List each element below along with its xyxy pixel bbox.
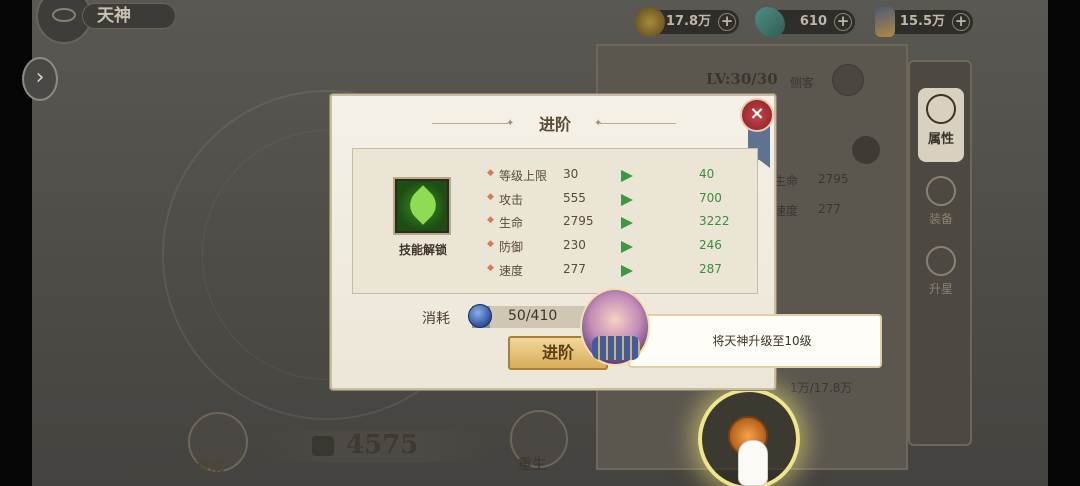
stat-old: 30 xyxy=(563,167,579,181)
tab-label: 装备 xyxy=(928,212,953,226)
side-tabs: 属性 装备 升星 xyxy=(908,60,972,446)
leaf-icon xyxy=(403,185,443,225)
stat-name: 生命 xyxy=(499,216,524,230)
tab-label: 属性 xyxy=(927,132,954,147)
rebirth-label: 重生 xyxy=(518,457,546,473)
add-jade-button[interactable]: + xyxy=(834,13,852,31)
tab-attributes[interactable]: 属性 xyxy=(918,88,964,162)
bullet-icon: ◆ xyxy=(487,192,494,202)
scroll-item-icon xyxy=(875,7,895,37)
material-need: /410 xyxy=(525,308,558,324)
stat-label: 速度 xyxy=(774,204,799,218)
currency-scroll: 15.5万 + xyxy=(875,7,974,37)
cost-label: 消耗 xyxy=(422,311,450,327)
stat-new: 287 xyxy=(699,262,722,276)
arrow-right-icon xyxy=(621,170,633,182)
eye-icon xyxy=(52,8,76,22)
stat-old: 555 xyxy=(563,191,586,205)
stat-name: 等级上限 xyxy=(499,169,548,183)
blue-orb-icon xyxy=(468,304,492,328)
right-letterbox xyxy=(1048,0,1080,486)
gold-coin-icon xyxy=(635,7,665,37)
currency-jade: 610 + xyxy=(755,7,856,37)
stat-name: 防御 xyxy=(499,240,524,254)
add-gold-button[interactable]: + xyxy=(718,13,736,31)
material-count: 50/410 xyxy=(508,308,557,324)
bullet-icon: ◆ xyxy=(487,239,494,249)
target-icon xyxy=(926,94,956,124)
currency-value: 610 xyxy=(799,14,827,29)
tab-label: 升星 xyxy=(928,282,953,296)
bullet-icon: ◆ xyxy=(487,263,494,273)
arrow-right-icon xyxy=(621,241,633,253)
stat-new: 40 xyxy=(699,167,715,181)
currency-gold: 17.8万 + xyxy=(635,7,740,37)
material-have: 50 xyxy=(508,308,526,324)
stat-value: 277 xyxy=(818,202,841,216)
page-title: 天神 xyxy=(82,3,176,29)
arrow-right-icon xyxy=(621,265,633,277)
bullet-icon: ◆ xyxy=(487,168,494,178)
guide-character-avatar xyxy=(580,288,650,366)
tab-star-up[interactable]: 升星 xyxy=(918,240,964,314)
stats-box: 技能解锁 ◆ 等级上限 30 40 ◆ 攻击 555 700 ◆ 生命 2795… xyxy=(352,148,758,294)
combat-power: 4575 xyxy=(346,430,419,460)
arrow-right-icon xyxy=(621,194,633,206)
armor-icon xyxy=(926,176,956,206)
currency-value: 17.8万 xyxy=(665,14,711,29)
fist-icon xyxy=(312,436,334,456)
dialog-title: 进阶 xyxy=(538,115,571,134)
arrow-right-icon xyxy=(621,217,633,229)
skill-unlock-icon[interactable] xyxy=(395,179,449,233)
stat-name: 攻击 xyxy=(499,193,524,207)
stat-value: 2795 xyxy=(818,172,849,186)
currency-value: 15.5万 xyxy=(899,14,945,29)
stat-old: 230 xyxy=(563,238,586,252)
crossed-swords-icon xyxy=(832,64,864,96)
scarf-icon xyxy=(592,336,640,360)
hero-class: 侧客 xyxy=(790,76,815,90)
stat-new: 700 xyxy=(699,191,722,205)
level-cost-progress: 1万/17.8万 xyxy=(790,381,853,395)
guide-text: 将天神升级至10级 xyxy=(712,334,812,348)
search-icon[interactable] xyxy=(852,136,880,164)
stat-name: 速度 xyxy=(499,264,524,278)
expand-arrow-button[interactable]: › xyxy=(22,57,58,101)
add-scroll-button[interactable]: + xyxy=(952,13,970,31)
close-button[interactable]: × xyxy=(740,98,774,132)
foster-label: 育成 xyxy=(196,459,224,475)
star-icon xyxy=(926,246,956,276)
guide-tooltip: 将天神升级至10级 xyxy=(628,314,882,368)
hero-level: LV:30/30 xyxy=(706,70,778,88)
stat-new: 246 xyxy=(699,238,722,252)
stat-new: 3222 xyxy=(699,214,730,228)
bullet-icon: ◆ xyxy=(487,215,494,225)
stat-old: 277 xyxy=(563,262,586,276)
pointing-hand-icon xyxy=(738,440,768,486)
skill-unlock-label: 技能解锁 xyxy=(398,243,447,257)
tab-equipment[interactable]: 装备 xyxy=(918,170,964,244)
stat-old: 2795 xyxy=(563,214,594,228)
stat-label: 生命 xyxy=(774,174,799,188)
